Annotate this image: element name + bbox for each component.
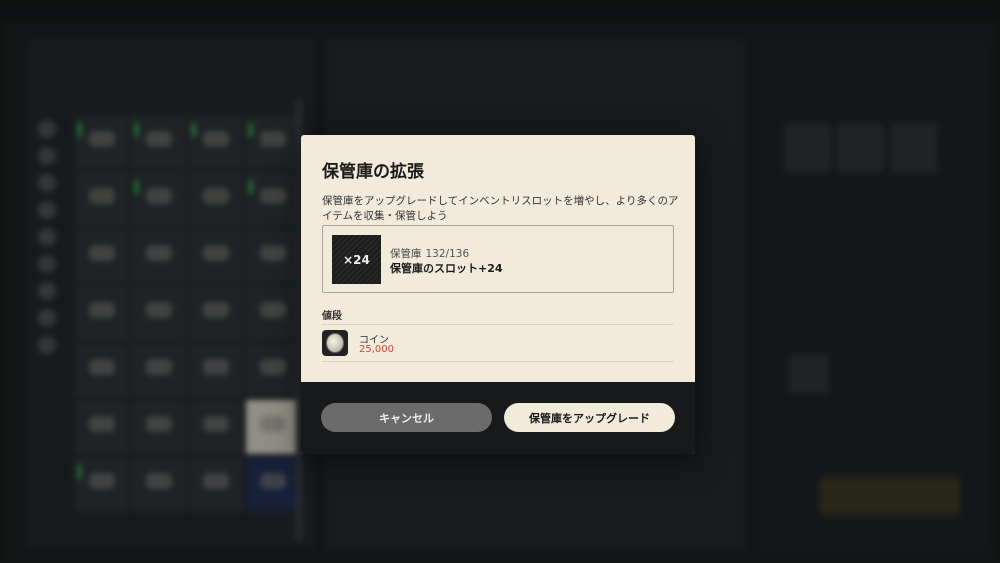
dialog-footer: キャンセル 保管庫をアップグレード bbox=[301, 382, 695, 454]
price-label: 値段 bbox=[322, 311, 342, 322]
coin-icon bbox=[322, 330, 348, 356]
slot-upgrade-card: ×24 保管庫 132/136 保管庫のスロット+24 bbox=[322, 225, 674, 293]
price-amount: 25,000 bbox=[359, 344, 394, 355]
storage-count: 132/136 bbox=[425, 248, 470, 260]
dialog-title: 保管庫の拡張 bbox=[322, 162, 424, 182]
upgrade-storage-button[interactable]: 保管庫をアップグレード bbox=[504, 403, 675, 432]
price-row: コイン 25,000 bbox=[322, 324, 674, 362]
storage-capacity-row: 保管庫 132/136 bbox=[390, 246, 469, 261]
cancel-button[interactable]: キャンセル bbox=[321, 403, 492, 432]
dialog-description: 保管庫をアップグレードしてインベントリスロットを増やし、より多くのアイテムを収集… bbox=[322, 195, 679, 222]
slot-effect-text: 保管庫のスロット+24 bbox=[390, 262, 503, 275]
storage-name: 保管庫 bbox=[390, 248, 422, 260]
slot-expansion-icon: ×24 bbox=[332, 235, 381, 284]
storage-expansion-dialog: 保管庫の拡張 保管庫をアップグレードしてインベントリスロットを増やし、より多くの… bbox=[301, 135, 695, 454]
